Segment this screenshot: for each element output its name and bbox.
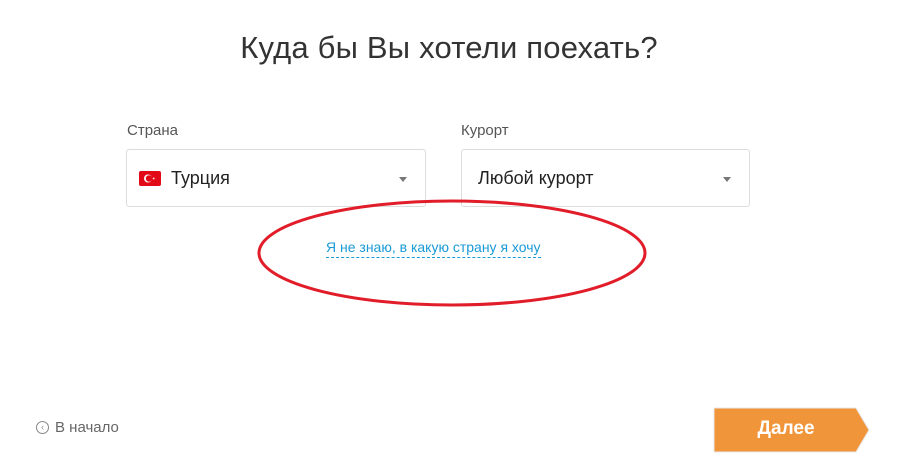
chevron-left-circle-icon: ‹ — [36, 421, 49, 434]
back-to-start-link[interactable]: ‹ В начало — [36, 419, 119, 436]
back-link-label: В начало — [55, 419, 119, 436]
country-label: Страна — [127, 122, 179, 139]
resort-select[interactable]: Любой курорт — [461, 149, 750, 207]
chevron-down-icon — [399, 177, 407, 182]
next-button-label: Далее — [757, 418, 815, 439]
turkey-flag-icon — [139, 170, 161, 186]
unknown-country-link[interactable]: Я не знаю, в какую страну я хочу — [326, 239, 541, 258]
page-title: Куда бы Вы хотели поехать? — [240, 30, 658, 65]
resort-label: Курорт — [461, 122, 509, 139]
next-button[interactable]: Далее — [713, 407, 871, 453]
resort-value: Любой курорт — [478, 167, 594, 188]
country-value: Турция — [171, 167, 230, 188]
chevron-down-icon — [723, 177, 731, 182]
country-select[interactable]: Турция — [126, 149, 426, 207]
